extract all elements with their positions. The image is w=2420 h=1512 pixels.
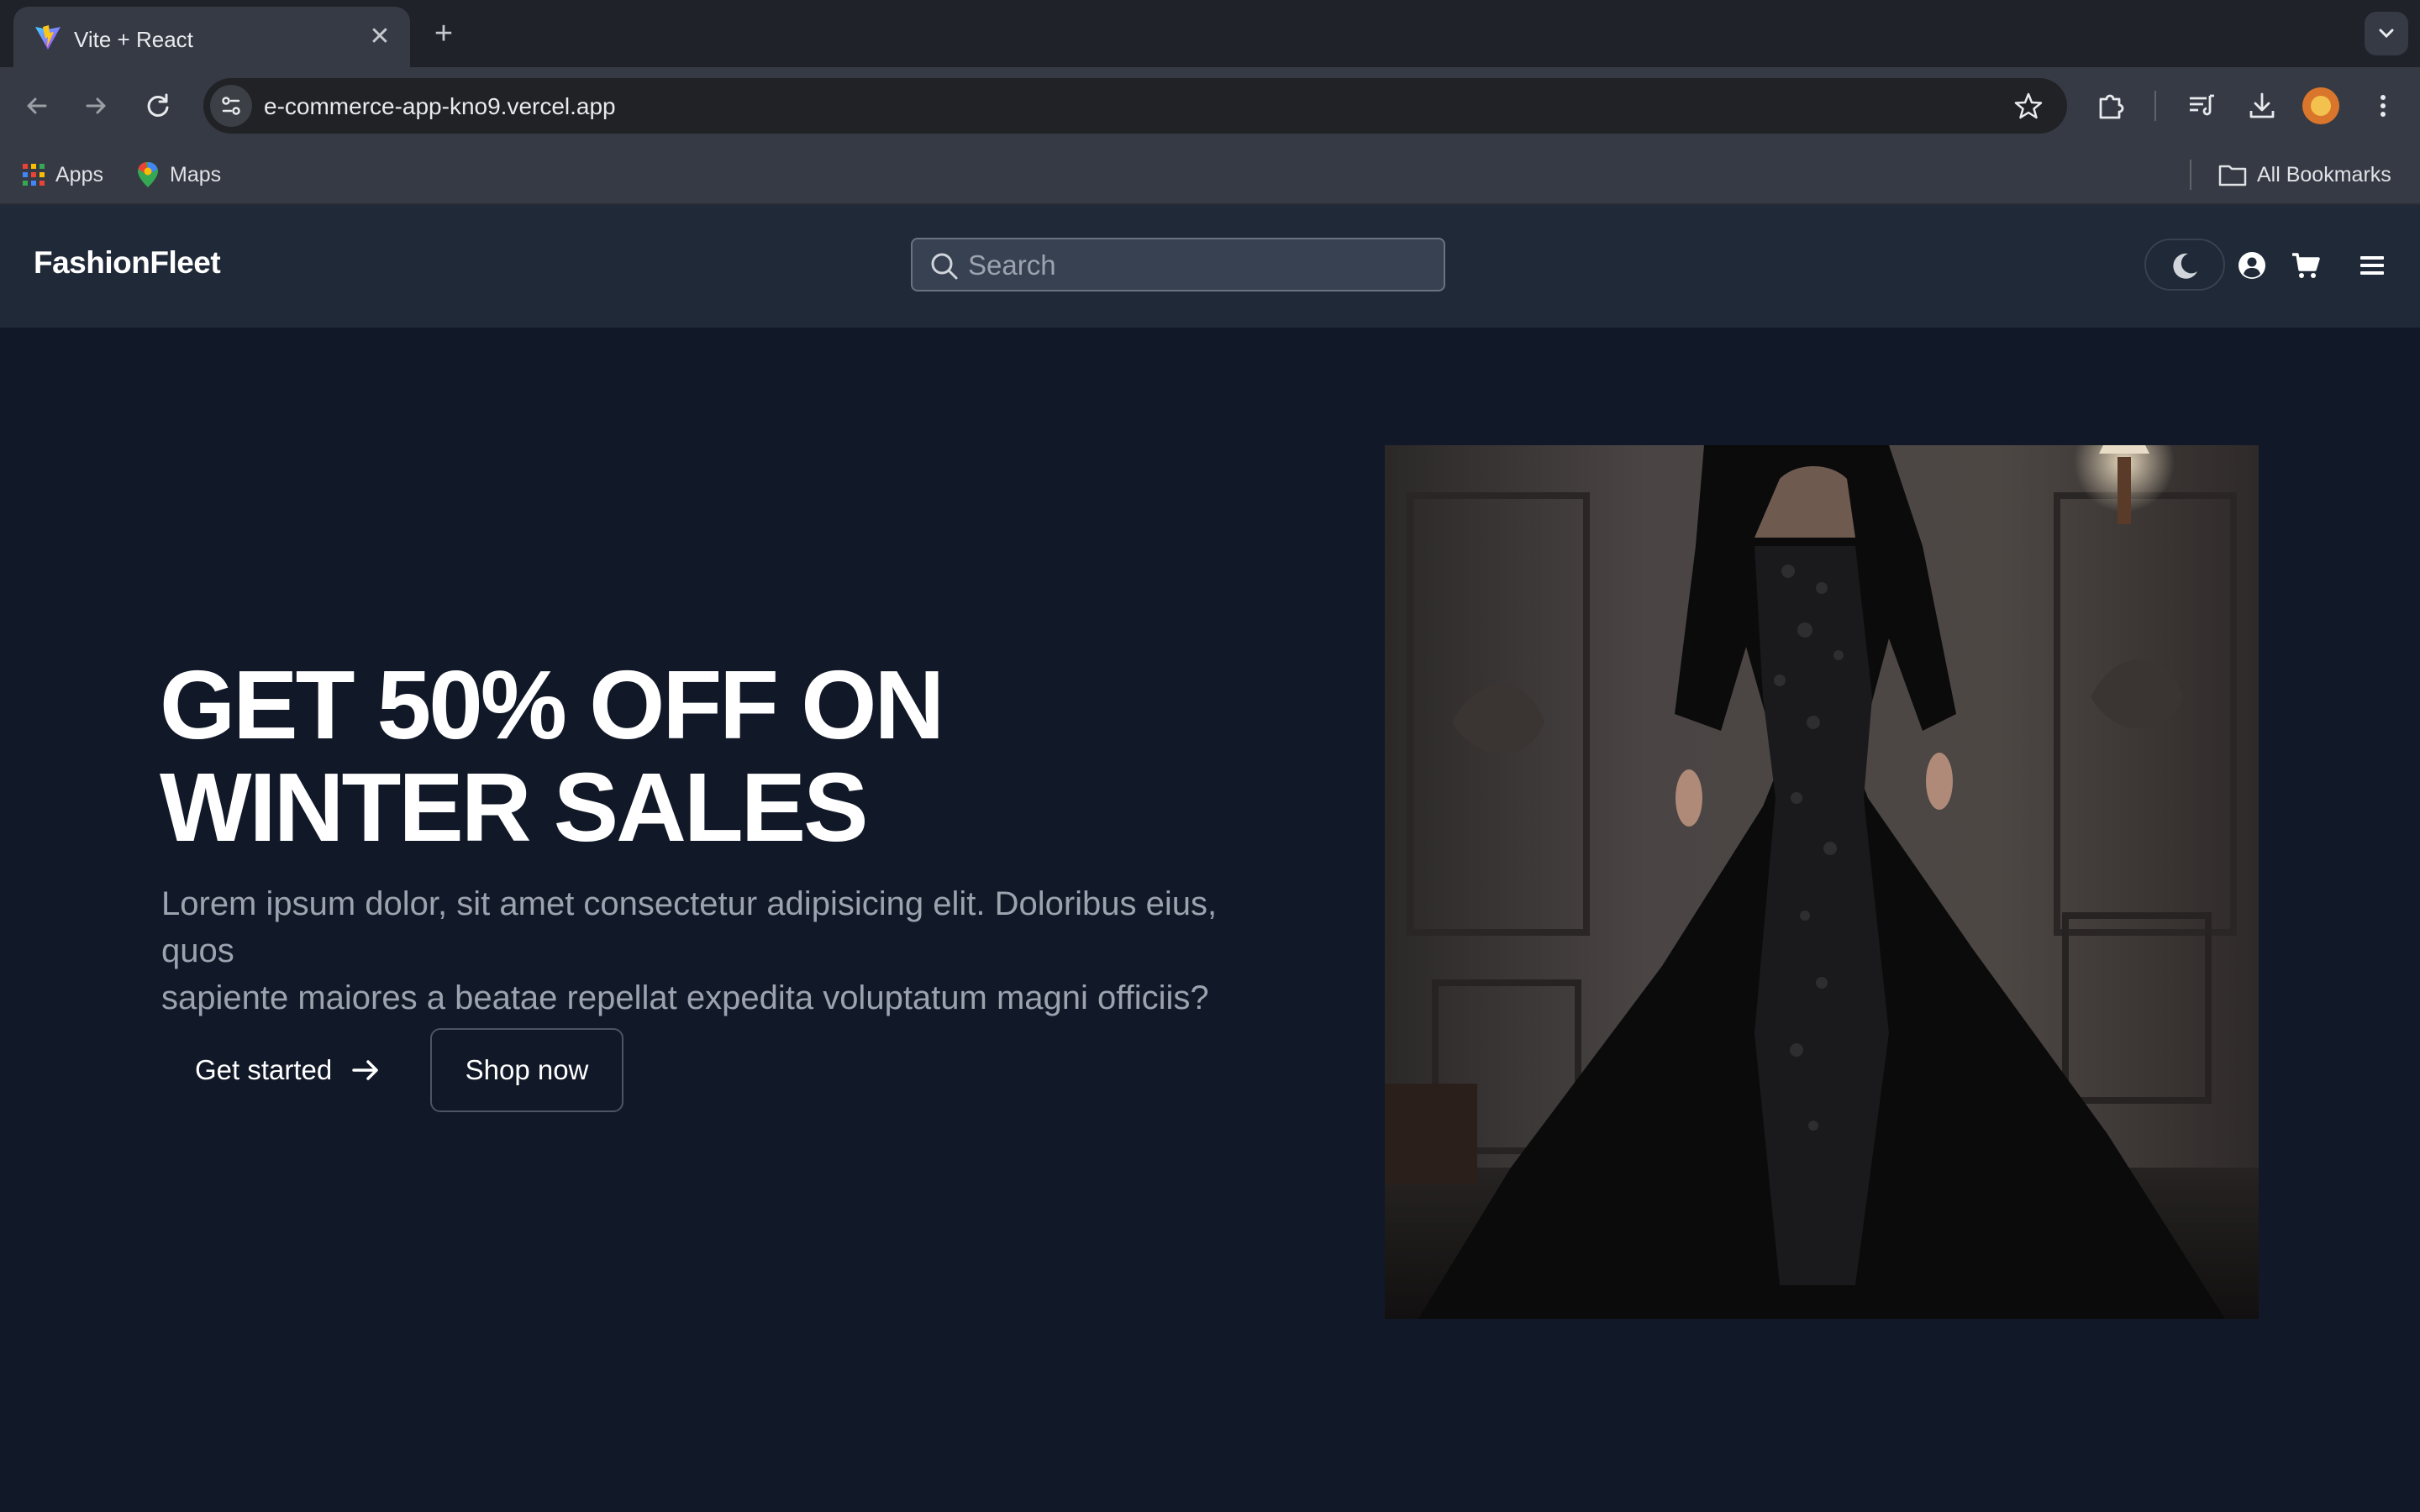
browser-tab[interactable]: Vite + React ✕ [13,7,410,67]
cart-icon[interactable] [2291,250,2321,281]
back-icon[interactable] [17,86,57,126]
all-bookmarks-label: All Bookmarks [2257,162,2391,186]
bookmark-star-icon[interactable] [2013,91,2044,121]
theme-toggle-button[interactable] [2144,239,2225,291]
shop-now-button[interactable]: Shop now [430,1028,623,1112]
black-gown-illustration [1385,445,2259,1319]
folder-icon [2218,165,2247,186]
more-menu-icon[interactable] [2365,87,2402,124]
get-started-button[interactable]: Get started [161,1028,405,1112]
hero-product-image [1385,445,2259,1319]
chevron-down-icon [2379,29,2394,39]
download-icon[interactable] [2244,87,2281,124]
bookmark-maps[interactable]: Maps [136,160,221,190]
vite-logo-icon [35,25,60,50]
extensions-icon[interactable] [2092,87,2129,124]
all-bookmarks[interactable]: All Bookmarks [2218,160,2391,190]
search-box[interactable] [911,238,1445,291]
hero-title-line: GET 50% OFF ON [160,650,944,759]
brand-logo[interactable]: FashionFleet [34,245,221,281]
site-settings-icon [222,97,240,115]
bookmarks-divider [2190,160,2191,190]
reload-icon[interactable] [138,86,178,126]
url-text: e-commerce-app-kno9.vercel.app [264,93,616,119]
hero-title: GET 50% OFF ON WINTER SALES [160,654,1252,858]
tab-search-button[interactable] [2365,12,2408,55]
hamburger-menu-icon[interactable] [2357,250,2387,281]
profile-avatar[interactable] [2302,87,2339,124]
tab-title: Vite + React [74,27,193,52]
search-input[interactable] [966,246,1432,285]
site-navbar: FashionFleet [0,205,2420,328]
browser-toolbar: e-commerce-app-kno9.vercel.app [0,67,2420,144]
bookmark-label: Maps [170,162,222,186]
tab-close-icon[interactable]: ✕ [365,22,395,52]
maps-pin-icon [138,162,158,187]
arrow-right-icon [352,1060,378,1080]
search-icon [931,253,958,280]
browser-tab-strip: Vite + React ✕ + [0,0,2420,67]
address-bar[interactable]: e-commerce-app-kno9.vercel.app [203,78,2067,134]
forward-icon[interactable] [76,86,116,126]
hero-description-line: sapiente maiores a beatae repellat exped… [161,979,1209,1016]
hero-title-line: WINTER SALES [160,753,868,862]
bookmark-label: Apps [55,162,103,186]
user-account-icon[interactable] [2237,250,2267,281]
site-info-button[interactable] [210,85,252,127]
new-tab-icon[interactable]: + [427,17,460,50]
get-started-label: Get started [195,1054,333,1085]
apps-grid-icon [23,164,45,186]
media-controls-icon[interactable] [2183,87,2220,124]
hero-description: Lorem ipsum dolor, sit amet consectetur … [161,880,1287,1021]
toolbar-divider [2154,91,2156,121]
bookmark-apps[interactable]: Apps [22,160,103,190]
moon-icon [2173,253,2197,279]
hero-description-line: Lorem ipsum dolor, sit amet consectetur … [161,885,1218,969]
bookmarks-bar: Apps Maps All Bookmarks [0,144,2420,205]
